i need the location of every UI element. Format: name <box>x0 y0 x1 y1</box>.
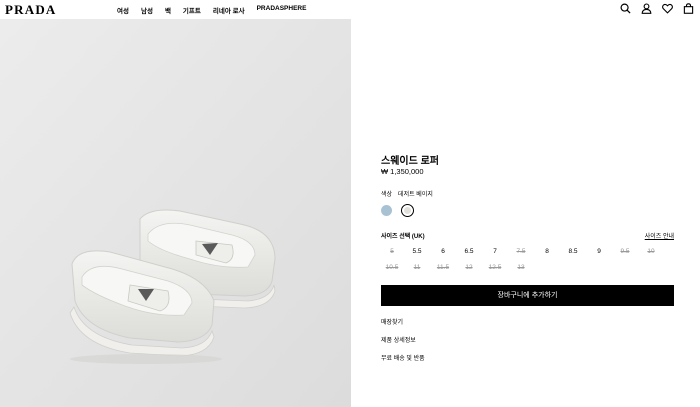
color-label: 색상 데저트 베이지 <box>381 189 433 198</box>
nav-bags[interactable]: 백 <box>165 5 171 15</box>
product-image <box>0 19 351 407</box>
product-price: ₩ 1,350,000 <box>381 167 424 176</box>
prada-logo[interactable]: PRADA <box>5 2 57 18</box>
size-select-label: 사이즈 선택 (UK) <box>381 234 425 240</box>
loafer-image <box>0 19 351 407</box>
nav-linea-rossa[interactable]: 리네아 로사 <box>213 5 245 15</box>
find-store-link[interactable]: 매장찾기 <box>381 317 403 326</box>
size-option: 11.5 <box>436 264 450 271</box>
size-option[interactable]: 6 <box>434 248 452 255</box>
size-option[interactable]: 5.5 <box>408 248 426 255</box>
shipping-returns-link[interactable]: 무료 배송 및 반품 <box>381 353 425 362</box>
size-option[interactable]: 9 <box>590 248 608 255</box>
color-swatch-desert-beige-selected[interactable] <box>401 204 414 217</box>
nav-gifts[interactable]: 기프트 <box>183 5 201 15</box>
product-title: 스웨이드 로퍼 <box>381 156 439 167</box>
nav-women[interactable]: 여성 <box>117 5 129 15</box>
size-option: 10 <box>647 248 655 255</box>
size-guide-link[interactable]: 사이즈 안내 <box>645 231 674 240</box>
size-option: 13 <box>517 264 525 271</box>
shopping-bag-icon[interactable] <box>683 3 694 14</box>
main-nav: 여성 남성 백 기프트 리네아 로사 PRADASPHERE <box>117 5 318 15</box>
size-option: 7.5 <box>516 248 526 255</box>
size-option[interactable]: 7 <box>486 248 504 255</box>
size-option: 12.5 <box>488 264 502 271</box>
nav-pradasphere[interactable]: PRADASPHERE <box>257 5 307 15</box>
color-value: 데저트 베이지 <box>398 192 433 198</box>
size-option: 11 <box>413 264 421 271</box>
color-swatch-blue[interactable] <box>381 205 392 216</box>
color-label-text: 색상 <box>381 192 393 198</box>
nav-men[interactable]: 남성 <box>141 5 153 15</box>
size-option: 10.5 <box>385 264 399 271</box>
size-option[interactable]: 8.5 <box>564 248 582 255</box>
size-option: 9.5 <box>620 248 630 255</box>
size-option: 12 <box>465 264 473 271</box>
product-details: 스웨이드 로퍼 ₩ 1,350,000 색상 데저트 베이지 사이즈 선택 (UK… <box>381 0 674 407</box>
add-to-cart-button[interactable]: 장바구니에 추가하기 <box>381 285 674 306</box>
size-option: 5 <box>390 248 394 255</box>
product-details-link[interactable]: 제품 상세정보 <box>381 335 416 344</box>
size-option[interactable]: 8 <box>538 248 556 255</box>
size-option[interactable]: 6.5 <box>460 248 478 255</box>
